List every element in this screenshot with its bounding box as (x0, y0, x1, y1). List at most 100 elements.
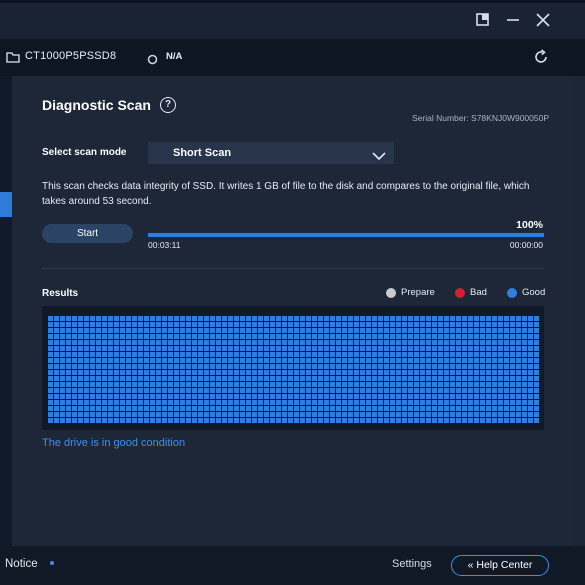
scan-block (60, 364, 65, 369)
scan-block (186, 316, 191, 321)
scan-block (150, 352, 155, 357)
scan-block (462, 412, 467, 417)
scan-block (498, 400, 503, 405)
refresh-icon[interactable] (533, 49, 549, 70)
scan-block (204, 334, 209, 339)
sidebar-active-indicator[interactable] (0, 192, 12, 217)
restore-icon[interactable] (472, 9, 494, 31)
scan-block (276, 418, 281, 423)
scan-block (270, 406, 275, 411)
scan-block (372, 370, 377, 375)
scan-block (198, 412, 203, 417)
scan-block (354, 370, 359, 375)
scan-block (258, 418, 263, 423)
scan-block (228, 364, 233, 369)
scan-block (48, 400, 53, 405)
scan-block (504, 388, 509, 393)
scan-block (432, 406, 437, 411)
scan-block (348, 376, 353, 381)
scan-block (534, 316, 539, 321)
scan-block (270, 322, 275, 327)
settings-link[interactable]: Settings (392, 558, 432, 570)
scan-block (486, 418, 491, 423)
scan-block (306, 340, 311, 345)
scan-block (54, 418, 59, 423)
scan-block (102, 316, 107, 321)
scan-block (240, 382, 245, 387)
scan-block (84, 334, 89, 339)
scan-block (348, 328, 353, 333)
scan-block (162, 376, 167, 381)
scan-block (294, 334, 299, 339)
scan-block (300, 418, 305, 423)
start-button[interactable]: Start (42, 224, 133, 243)
scan-block (108, 394, 113, 399)
scan-block (72, 382, 77, 387)
scan-block (288, 358, 293, 363)
scan-block (300, 394, 305, 399)
scan-block (300, 406, 305, 411)
scan-block (162, 316, 167, 321)
scan-block (78, 412, 83, 417)
scan-block (528, 406, 533, 411)
help-center-button[interactable]: « Help Center (451, 555, 549, 576)
scan-block (192, 316, 197, 321)
minimize-icon[interactable] (502, 9, 524, 31)
scan-mode-dropdown[interactable]: Short Scan (148, 142, 394, 164)
scan-block (516, 388, 521, 393)
scan-block (120, 382, 125, 387)
notice-link[interactable]: Notice (5, 558, 38, 570)
scan-block (438, 418, 443, 423)
scan-block (108, 322, 113, 327)
scan-block (348, 364, 353, 369)
scan-block (66, 352, 71, 357)
scan-block (48, 316, 53, 321)
scan-block (390, 376, 395, 381)
scan-block (108, 328, 113, 333)
scan-block (204, 418, 209, 423)
scan-block (300, 376, 305, 381)
scan-block (336, 418, 341, 423)
scan-block (342, 376, 347, 381)
scan-block (234, 316, 239, 321)
close-icon[interactable] (532, 9, 554, 31)
help-icon[interactable]: ? (160, 97, 176, 113)
scan-block (66, 322, 71, 327)
scan-block (318, 346, 323, 351)
scan-block (282, 418, 287, 423)
scan-block (192, 382, 197, 387)
scan-block (534, 400, 539, 405)
scan-block (84, 322, 89, 327)
scan-block (486, 358, 491, 363)
drive-icon (6, 50, 20, 68)
scan-block (90, 352, 95, 357)
scan-block (288, 382, 293, 387)
scan-block (318, 358, 323, 363)
scan-block (384, 352, 389, 357)
scan-block (420, 358, 425, 363)
scan-block (72, 364, 77, 369)
scan-block (102, 322, 107, 327)
scan-block (192, 406, 197, 411)
scan-block (474, 412, 479, 417)
scan-block (156, 334, 161, 339)
scan-block (444, 382, 449, 387)
scan-block (324, 406, 329, 411)
scan-block (534, 364, 539, 369)
scan-block (462, 388, 467, 393)
scan-block (462, 340, 467, 345)
scan-block (78, 340, 83, 345)
elapsed-time: 00:03:11 (148, 240, 181, 250)
scan-block (96, 352, 101, 357)
scan-block (96, 400, 101, 405)
scan-block (234, 370, 239, 375)
scan-block (144, 418, 149, 423)
scan-block (528, 364, 533, 369)
scan-block (378, 340, 383, 345)
scan-block (78, 328, 83, 333)
scan-block (402, 364, 407, 369)
scan-block (450, 370, 455, 375)
scan-block (528, 370, 533, 375)
drive-name[interactable]: CT1000P5PSSD8 (25, 50, 116, 62)
scan-block (66, 364, 71, 369)
